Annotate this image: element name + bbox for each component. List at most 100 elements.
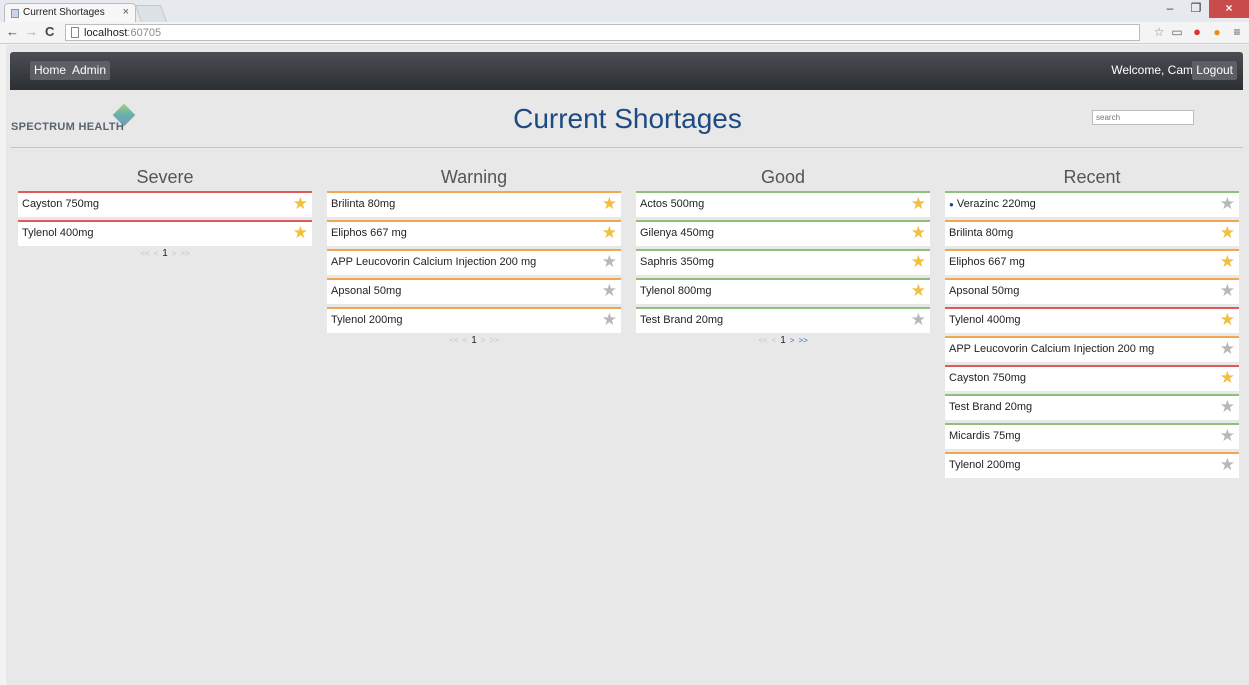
shortage-item[interactable]: Apsonal 50mg ★ <box>327 278 621 304</box>
favorite-star-icon[interactable]: ★ <box>1220 396 1235 418</box>
top-navbar: Home Admin Welcome, Cam Logout <box>10 52 1243 90</box>
favorite-star-icon[interactable]: ★ <box>911 222 926 244</box>
first-page-link[interactable]: << <box>449 336 458 345</box>
shortage-item[interactable]: Tylenol 800mg ★ <box>636 278 930 304</box>
favorite-star-icon[interactable]: ★ <box>1220 309 1235 331</box>
favorite-star-icon[interactable]: ★ <box>911 280 926 302</box>
window-controls: – ❐ × <box>1157 0 1249 18</box>
shortage-name: Tylenol 200mg <box>949 459 1021 471</box>
shortage-item[interactable]: Gilenya 450mg ★ <box>636 220 930 246</box>
shortage-item[interactable]: Cayston 750mg ★ <box>18 191 312 217</box>
shortage-name: Tylenol 400mg <box>949 314 1021 326</box>
tab-close-icon[interactable]: × <box>123 6 129 18</box>
search-input[interactable] <box>1092 110 1194 125</box>
close-window-button[interactable]: × <box>1209 0 1249 18</box>
favorite-star-icon[interactable]: ★ <box>1220 425 1235 447</box>
next-page-link[interactable]: > <box>481 336 486 345</box>
favorite-star-icon[interactable]: ★ <box>1220 280 1235 302</box>
shortage-item[interactable]: Test Brand 20mg ★ <box>636 307 930 333</box>
shortage-item[interactable]: Actos 500mg ★ <box>636 191 930 217</box>
last-page-link[interactable]: >> <box>798 336 807 345</box>
shortage-name: APP Leucovorin Calcium Injection 200 mg <box>331 256 537 268</box>
favorite-star-icon[interactable]: ★ <box>1220 251 1235 273</box>
new-tab-button[interactable] <box>134 5 168 22</box>
page-icon <box>71 27 79 38</box>
admin-button[interactable]: Admin <box>68 61 111 80</box>
restore-button[interactable]: ❐ <box>1183 0 1209 18</box>
shortage-item[interactable]: APP Leucovorin Calcium Injection 200 mg ★ <box>945 336 1239 362</box>
favorite-star-icon[interactable]: ★ <box>602 193 617 215</box>
forward-arrow-icon[interactable]: → <box>25 25 38 39</box>
extension-icon[interactable]: ● <box>1210 25 1224 39</box>
favorite-star-icon[interactable]: ★ <box>293 193 308 215</box>
cast-icon[interactable]: ▭ <box>1170 25 1184 39</box>
last-page-link[interactable]: >> <box>180 249 189 258</box>
favorite-star-icon[interactable]: ★ <box>602 222 617 244</box>
shortage-item[interactable]: Micardis 75mg ★ <box>945 423 1239 449</box>
favorite-star-icon[interactable]: ★ <box>911 309 926 331</box>
pagination: << <1 > >> <box>18 249 312 261</box>
favorite-star-icon[interactable]: ★ <box>602 309 617 331</box>
page-content: Home Admin Welcome, Cam Logout SPECTRUM … <box>6 45 1249 685</box>
shortage-item[interactable]: APP Leucovorin Calcium Injection 200 mg ★ <box>327 249 621 275</box>
shortage-name: Gilenya 450mg <box>640 227 714 239</box>
shortage-item[interactable]: Eliphos 667 mg ★ <box>327 220 621 246</box>
current-page: 1 <box>162 248 168 259</box>
shortage-item[interactable]: Eliphos 667 mg ★ <box>945 249 1239 275</box>
menu-icon[interactable]: ≡ <box>1230 25 1244 39</box>
adblock-icon[interactable]: ● <box>1190 25 1204 39</box>
shortage-name: Saphris 350mg <box>640 256 714 268</box>
shortage-item[interactable]: Tylenol 200mg ★ <box>945 452 1239 478</box>
prev-page-link[interactable]: < <box>772 336 777 345</box>
home-button[interactable]: Home <box>30 61 71 80</box>
favorite-star-icon[interactable]: ★ <box>293 222 308 244</box>
first-page-link[interactable]: << <box>140 249 149 258</box>
favorite-star-icon[interactable]: ★ <box>602 280 617 302</box>
last-page-link[interactable]: >> <box>489 336 498 345</box>
column-title: Recent <box>1063 167 1121 187</box>
shortage-name: APP Leucovorin Calcium Injection 200 mg <box>949 343 1155 355</box>
shortage-item[interactable]: Apsonal 50mg ★ <box>945 278 1239 304</box>
shortage-item[interactable]: Tylenol 400mg ★ <box>945 307 1239 333</box>
favorite-star-icon[interactable]: ★ <box>1220 454 1235 476</box>
shortage-name: Tylenol 400mg <box>22 227 94 239</box>
shortage-item[interactable]: Test Brand 20mg ★ <box>945 394 1239 420</box>
shortage-name: Eliphos 667 mg <box>331 227 407 239</box>
shortage-item[interactable]: Brilinta 80mg ★ <box>327 191 621 217</box>
shortage-item[interactable]: Saphris 350mg ★ <box>636 249 930 275</box>
column-title: Good <box>760 167 806 187</box>
shortage-item[interactable]: Brilinta 80mg ★ <box>945 220 1239 246</box>
shortage-name: Tylenol 800mg <box>640 285 712 297</box>
favorite-star-icon[interactable]: ★ <box>1220 222 1235 244</box>
bookmark-star-icon[interactable]: ☆ <box>1152 25 1166 39</box>
divider <box>10 147 1243 148</box>
shortage-item[interactable]: Tylenol 200mg ★ <box>327 307 621 333</box>
next-page-link[interactable]: > <box>790 336 795 345</box>
next-page-link[interactable]: > <box>172 249 177 258</box>
favorite-star-icon[interactable]: ★ <box>1220 193 1235 215</box>
prev-page-link[interactable]: < <box>463 336 468 345</box>
back-arrow-icon[interactable]: ← <box>6 25 19 39</box>
first-page-link[interactable]: << <box>758 336 767 345</box>
favorite-star-icon[interactable]: ★ <box>911 193 926 215</box>
url-field[interactable]: localhost:60705 <box>65 24 1140 41</box>
favorite-star-icon[interactable]: ★ <box>602 251 617 273</box>
page-favicon-icon <box>11 9 19 18</box>
shortage-item[interactable]: Tylenol 400mg ★ <box>18 220 312 246</box>
shortage-name: Brilinta 80mg <box>949 227 1014 239</box>
logout-button[interactable]: Logout <box>1192 61 1237 80</box>
shortage-name: Cayston 750mg <box>949 372 1027 384</box>
prev-page-link[interactable]: < <box>154 249 159 258</box>
column-good: Good Actos 500mg ★ Gilenya 450mg ★ Saphris 35… <box>636 167 930 348</box>
favorite-star-icon[interactable]: ★ <box>1220 338 1235 360</box>
shortage-name: Apsonal 50mg <box>949 285 1020 297</box>
shortage-item[interactable]: ● Verazinc 220mg ★ <box>945 191 1239 217</box>
shortage-item[interactable]: Cayston 750mg ★ <box>945 365 1239 391</box>
reload-icon[interactable]: C <box>45 25 54 39</box>
favorite-star-icon[interactable]: ★ <box>1220 367 1235 389</box>
favorite-star-icon[interactable]: ★ <box>911 251 926 273</box>
browser-tab[interactable]: Current Shortages × <box>4 3 136 22</box>
minimize-button[interactable]: – <box>1157 0 1183 18</box>
column-warning: Warning Brilinta 80mg ★ Eliphos 667 mg ★ APP … <box>327 167 621 348</box>
page-title: Current Shortages <box>513 103 742 134</box>
